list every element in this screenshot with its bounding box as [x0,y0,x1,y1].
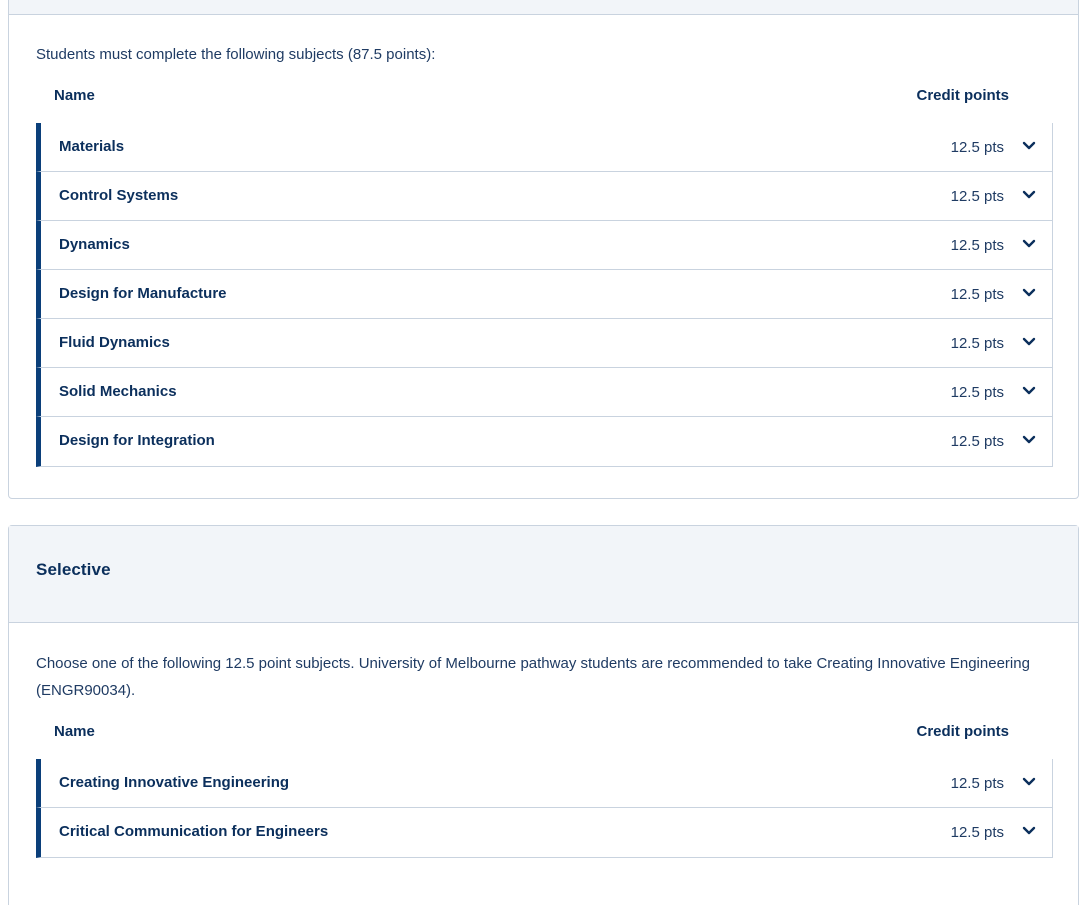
column-header-name: Name [54,723,95,740]
chevron-down-icon[interactable] [1022,190,1036,200]
selective-intro-text: Choose one of the following 12.5 point s… [36,655,1030,699]
subject-credit-points: 12.5 pts [950,139,1004,156]
subject-row-design-for-integration[interactable]: Design for Integration 12.5 pts [36,417,1053,467]
subject-credit-points: 12.5 pts [950,335,1004,352]
subject-credit-points: 12.5 pts [950,188,1004,205]
subject-name: Materials [59,138,125,155]
chevron-down-icon[interactable] [1022,777,1036,787]
subject-name: Solid Mechanics [59,383,177,400]
core-intro-text: Students must complete the following sub… [36,46,436,63]
subject-name: Dynamics [59,236,130,253]
subject-row-dynamics[interactable]: Dynamics 12.5 pts [36,221,1053,270]
subject-row-solid-mechanics[interactable]: Solid Mechanics 12.5 pts [36,368,1053,417]
subject-name: Control Systems [59,187,179,204]
subject-credit-points: 12.5 pts [950,286,1004,303]
chevron-down-icon[interactable] [1022,141,1036,151]
subject-row-control-systems[interactable]: Control Systems 12.5 pts [36,172,1053,221]
chevron-down-icon[interactable] [1022,826,1036,836]
selective-subject-list: Creating Innovative Engineering 12.5 pts… [36,759,1053,858]
panel-header-strip [9,0,1078,15]
chevron-down-icon[interactable] [1022,435,1036,445]
subject-name: Design for Manufacture [59,285,227,302]
subject-credit-points: 12.5 pts [950,384,1004,401]
subject-credit-points: 12.5 pts [950,433,1004,450]
chevron-down-icon[interactable] [1022,386,1036,396]
subject-row-critical-communication-for-engineers[interactable]: Critical Communication for Engineers 12.… [36,808,1053,858]
subject-credit-points: 12.5 pts [950,824,1004,841]
core-subject-list: Materials 12.5 pts Control Systems 12.5 … [36,123,1053,467]
subject-credit-points: 12.5 pts [950,237,1004,254]
chevron-down-icon[interactable] [1022,337,1036,347]
selective-panel-title: Selective [9,526,1078,623]
subject-row-design-for-manufacture[interactable]: Design for Manufacture 12.5 pts [36,270,1053,319]
subject-row-materials[interactable]: Materials 12.5 pts [36,123,1053,172]
subject-credit-points: 12.5 pts [950,775,1004,792]
column-header-name: Name [54,87,95,104]
column-header-credit-points: Credit points [916,723,1010,740]
selective-subjects-panel: Selective Choose one of the following 12… [8,525,1079,905]
chevron-down-icon[interactable] [1022,239,1036,249]
subject-name: Creating Innovative Engineering [59,774,290,791]
subject-name: Critical Communication for Engineers [59,823,329,840]
chevron-down-icon[interactable] [1022,288,1036,298]
column-header-credit-points: Credit points [916,87,1010,104]
subject-row-fluid-dynamics[interactable]: Fluid Dynamics 12.5 pts [36,319,1053,368]
subject-row-creating-innovative-engineering[interactable]: Creating Innovative Engineering 12.5 pts [36,759,1053,808]
subject-name: Fluid Dynamics [59,334,170,351]
core-subjects-panel: Students must complete the following sub… [8,0,1079,499]
subject-name: Design for Integration [59,432,215,449]
